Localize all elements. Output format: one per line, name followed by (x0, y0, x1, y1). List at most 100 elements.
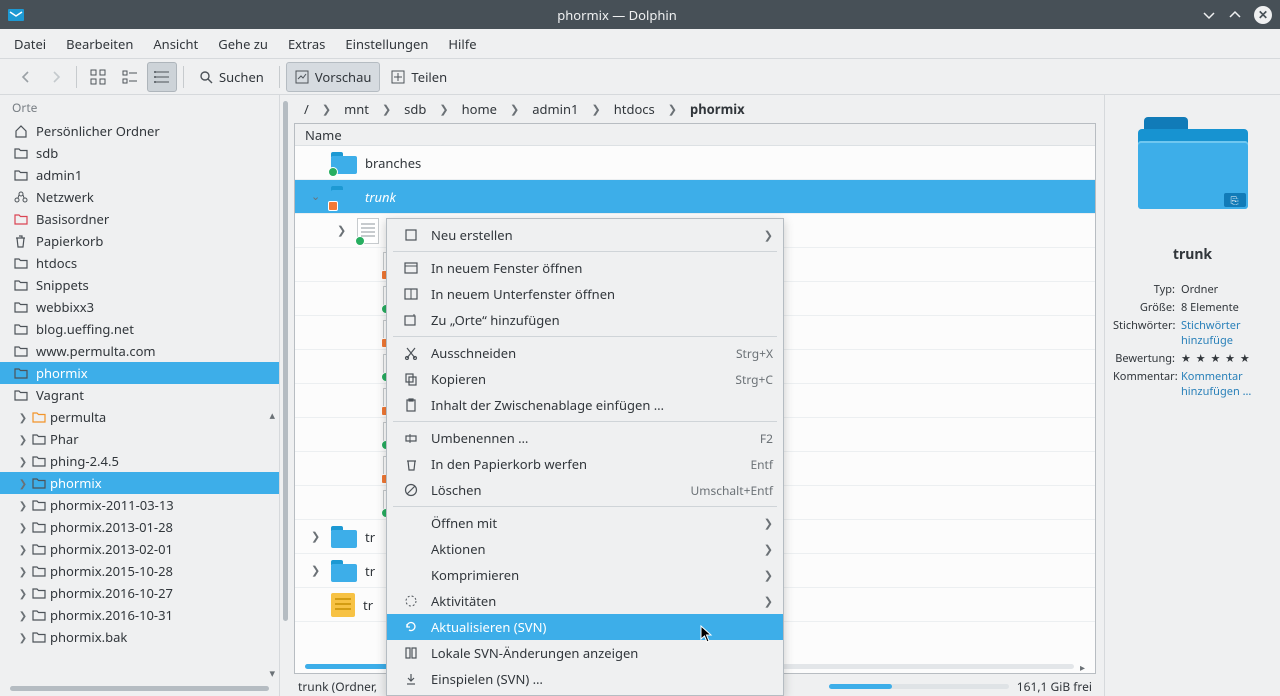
context-menu-item[interactable]: Inhalt der Zwischenablage einfügen … (387, 392, 783, 418)
menu-extras[interactable]: Extras (288, 35, 325, 53)
breadcrumb-segment[interactable]: / (296, 98, 317, 120)
chevron-right-icon: ❯ (18, 564, 28, 578)
column-header-name[interactable]: Name (295, 124, 1095, 146)
context-menu-item[interactable]: In den Papierkorb werfenEntf (387, 451, 783, 477)
context-menu-item[interactable]: Umbenennen …F2 (387, 425, 783, 451)
shortcut-label: Umschalt+Entf (691, 482, 774, 499)
info-comment-key: Kommentar: (1113, 369, 1175, 384)
context-menu-item[interactable]: Öffnen mit❯ (387, 510, 783, 536)
splitter[interactable] (280, 95, 290, 696)
place-item[interactable]: htdocs (0, 252, 279, 274)
view-compact-button[interactable] (115, 62, 145, 92)
breadcrumb-segment[interactable]: sdb (396, 98, 434, 120)
info-title: trunk (1173, 245, 1212, 264)
breadcrumb-segment[interactable]: phormix (682, 98, 753, 120)
context-menu-item[interactable]: AusschneidenStrg+X (387, 340, 783, 366)
chevron-down-icon[interactable]: ⌄ (311, 189, 323, 204)
delete-icon (403, 483, 419, 497)
places-header: Orte (0, 95, 279, 120)
menu-goto[interactable]: Gehe zu (218, 35, 268, 53)
context-menu-item[interactable]: Komprimieren❯ (387, 562, 783, 588)
fileview-scrollbar[interactable] (283, 101, 288, 621)
breadcrumb-segment[interactable]: admin1 (524, 98, 586, 120)
context-menu-item[interactable]: In neuem Unterfenster öffnen (387, 281, 783, 307)
place-item[interactable]: Vagrant (0, 384, 279, 406)
place-item[interactable]: webbixx3 (0, 296, 279, 318)
info-comment-link[interactable]: Kommentar hinzufügen … (1181, 369, 1272, 399)
context-menu-label: Neu erstellen (431, 226, 752, 244)
context-menu-item[interactable]: Aktualisieren (SVN) (387, 614, 783, 640)
tree-item[interactable]: ❯phormix (0, 472, 279, 494)
tree-item[interactable]: ❯phormix.2015-10-28 (0, 560, 279, 582)
trash-icon (403, 458, 419, 471)
menu-help[interactable]: Hilfe (448, 35, 476, 53)
chevron-right-icon[interactable]: ❯ (311, 563, 323, 578)
breadcrumb-segment[interactable]: htdocs (606, 98, 663, 120)
tree-scroll-up[interactable]: ▴ (269, 408, 275, 423)
place-item[interactable]: Snippets (0, 274, 279, 296)
place-item[interactable]: Netzwerk (0, 186, 279, 208)
chevron-right-icon[interactable]: ❯ (311, 529, 323, 544)
context-menu-item[interactable]: KopierenStrg+C (387, 366, 783, 392)
shortcut-label: Entf (750, 456, 773, 473)
menu-edit[interactable]: Bearbeiten (66, 35, 133, 53)
tree-item-label: phormix.bak (50, 628, 127, 646)
context-menu-item[interactable]: Aktivitäten❯ (387, 588, 783, 614)
preview-button[interactable]: Vorschau (286, 62, 381, 92)
view-icons-button[interactable] (83, 62, 113, 92)
chevron-right-icon[interactable]: ❯ (337, 223, 349, 238)
sidebar-resize-handle[interactable] (10, 686, 269, 691)
place-item[interactable]: phormix (0, 362, 279, 384)
place-item[interactable]: sdb (0, 142, 279, 164)
tree-item[interactable]: ❯phormix-2011-03-13 (0, 494, 279, 516)
context-menu-item[interactable]: Aktionen❯ (387, 536, 783, 562)
menu-view[interactable]: Ansicht (153, 35, 198, 53)
context-menu-item[interactable]: Lokale SVN-Änderungen anzeigen (387, 640, 783, 666)
info-rating-stars[interactable]: ★ ★ ★ ★ ★ (1181, 351, 1272, 366)
menu-file[interactable]: Datei (14, 35, 46, 53)
place-item[interactable]: admin1 (0, 164, 279, 186)
context-menu-item[interactable]: In neuem Fenster öffnen (387, 255, 783, 281)
status-text: trunk (Ordner, (298, 678, 377, 695)
context-menu-item[interactable]: Zu „Orte“ hinzufügen (387, 307, 783, 333)
tree-item[interactable]: ❯phormix.2016-10-31 (0, 604, 279, 626)
place-item[interactable]: Persönlicher Ordner (0, 120, 279, 142)
place-item[interactable]: Basisordner (0, 208, 279, 230)
place-item[interactable]: blog.ueffing.net (0, 318, 279, 340)
share-label: Teilen (411, 68, 447, 86)
file-row[interactable]: ⌄trunk (295, 180, 1095, 214)
context-menu-label: Löschen (431, 481, 679, 499)
minimize-button[interactable] (1202, 8, 1216, 22)
breadcrumb-segment[interactable]: home (454, 98, 505, 120)
menu-settings[interactable]: Einstellungen (345, 35, 428, 53)
tree-item[interactable]: ❯phormix.bak (0, 626, 279, 648)
forward-button[interactable] (42, 64, 70, 90)
folder-icon (14, 169, 28, 181)
back-button[interactable] (12, 64, 40, 90)
file-name: tr (365, 528, 375, 546)
view-details-button[interactable] (147, 62, 177, 92)
tree-item[interactable]: ❯phormix.2013-01-28 (0, 516, 279, 538)
tree-item[interactable]: ❯phormix.2013-02-01 (0, 538, 279, 560)
tree-scroll-down[interactable]: ▾ (269, 666, 275, 681)
place-item[interactable]: Papierkorb (0, 230, 279, 252)
context-menu-item[interactable]: Neu erstellen ❯ (387, 222, 783, 248)
search-button[interactable]: Suchen (190, 62, 273, 92)
share-button[interactable]: Teilen (382, 62, 456, 92)
chevron-right-icon: ❯ (764, 228, 773, 243)
chevron-right-icon: ❯ (508, 102, 521, 117)
place-label: Snippets (36, 276, 89, 294)
tree-item[interactable]: ❯Phar (0, 428, 279, 450)
app-icon (8, 7, 24, 23)
context-menu-item[interactable]: Löschen Umschalt+Entf (387, 477, 783, 503)
breadcrumb-segment[interactable]: mnt (336, 98, 377, 120)
context-menu-item[interactable]: Einspielen (SVN) … (387, 666, 783, 692)
tree-item[interactable]: ❯phormix.2016-10-27 (0, 582, 279, 604)
close-button[interactable]: ✕ (1254, 6, 1272, 24)
info-tags-link[interactable]: Stichwörter hinzufüge (1181, 318, 1272, 348)
tree-item[interactable]: ❯permulta (0, 406, 279, 428)
file-row[interactable]: branches (295, 146, 1095, 180)
maximize-button[interactable] (1228, 8, 1242, 22)
place-item[interactable]: www.permulta.com (0, 340, 279, 362)
tree-item[interactable]: ❯phing-2.4.5 (0, 450, 279, 472)
